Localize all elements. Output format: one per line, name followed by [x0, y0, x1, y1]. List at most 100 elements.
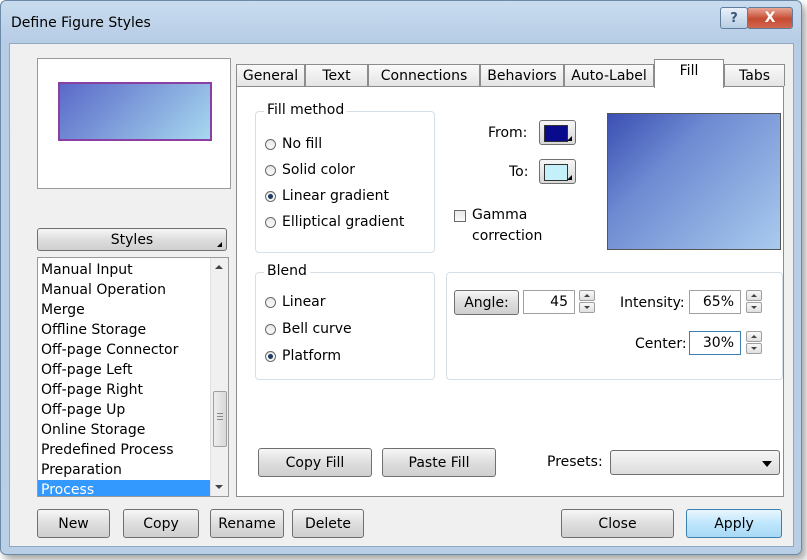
rename-button[interactable]: Rename — [210, 509, 284, 538]
presets-select[interactable] — [610, 450, 780, 475]
tab-fill[interactable]: Fill — [654, 59, 724, 88]
center-spinner[interactable] — [746, 331, 762, 355]
blend-title: Blend — [264, 263, 310, 279]
angle-button[interactable]: Angle: — [454, 290, 519, 315]
angle-input[interactable]: 45 — [523, 290, 575, 314]
fill-radio-solid-color[interactable]: Solid color — [265, 162, 355, 178]
radio-button-icon[interactable] — [265, 296, 276, 308]
apply-label: Apply — [714, 515, 754, 532]
dialog-window: Define Figure Styles ? X Styles Manual I… — [0, 0, 802, 555]
blend-radio-platform[interactable]: Platform — [265, 348, 341, 364]
title-bar: Define Figure Styles ? X — [1, 1, 801, 43]
list-item[interactable]: Process — [38, 480, 210, 496]
copy-fill-button[interactable]: Copy Fill — [258, 448, 372, 477]
radio-label: Linear gradient — [282, 188, 389, 204]
list-item[interactable]: Preparation — [38, 460, 210, 480]
list-item[interactable]: Off-page Connector — [38, 340, 210, 360]
to-label: To: — [509, 164, 529, 180]
blend-radio-bell-curve[interactable]: Bell curve — [265, 321, 352, 337]
close-label: Close — [598, 515, 637, 532]
chevron-down-icon — [762, 461, 772, 467]
scroll-up-icon[interactable] — [215, 265, 223, 269]
copy-button[interactable]: Copy — [123, 509, 199, 538]
tab-tabs[interactable]: Tabs — [724, 64, 785, 86]
paste-fill-label: Paste Fill — [408, 454, 470, 471]
list-item[interactable]: Off-page Left — [38, 360, 210, 380]
intensity-input[interactable]: 65% — [689, 290, 741, 314]
center-label: Center: — [635, 336, 687, 352]
scroll-down-icon[interactable] — [215, 485, 223, 489]
blend-radio-linear[interactable]: Linear — [265, 294, 326, 310]
radio-button-icon[interactable] — [265, 138, 276, 150]
radio-button-icon[interactable] — [265, 190, 276, 202]
help-button[interactable]: ? — [720, 7, 748, 29]
radio-button-icon[interactable] — [265, 350, 276, 362]
preview-shape — [58, 82, 212, 141]
close-window-button[interactable]: X — [747, 7, 793, 29]
delete-button[interactable]: Delete — [292, 509, 364, 538]
list-scrollbar[interactable] — [210, 258, 228, 496]
radio-button-icon[interactable] — [265, 216, 276, 228]
gradient-params-group — [446, 272, 783, 380]
fill-tab-panel: Fill method No fill Solid color Linear gra… — [236, 86, 784, 497]
copy-fill-label: Copy Fill — [285, 454, 345, 471]
dropdown-corner-icon — [567, 175, 572, 180]
angle-spinner[interactable] — [579, 290, 595, 314]
from-label: From: — [488, 125, 528, 141]
fill-method-group: Fill method — [255, 102, 435, 253]
radio-label: Elliptical gradient — [282, 214, 405, 230]
gradient-preview — [607, 113, 781, 250]
new-label: New — [58, 515, 89, 532]
intensity-label: Intensity: — [620, 295, 685, 311]
apply-button[interactable]: Apply — [686, 509, 782, 538]
radio-label: Platform — [282, 348, 342, 364]
center-input[interactable]: 30% — [689, 331, 741, 355]
paste-fill-button[interactable]: Paste Fill — [382, 448, 496, 477]
tab-auto-label[interactable]: Auto-Label — [564, 64, 654, 86]
style-list[interactable]: Manual Input Manual Operation Merge Offline… — [37, 257, 229, 497]
list-item[interactable]: Manual Operation — [38, 280, 210, 300]
list-item[interactable]: Offline Storage — [38, 320, 210, 340]
fill-radio-no-fill[interactable]: No fill — [265, 136, 322, 152]
list-item[interactable]: Off-page Up — [38, 400, 210, 420]
to-color-button[interactable] — [539, 159, 576, 184]
fill-radio-elliptical-gradient[interactable]: Elliptical gradient — [265, 214, 404, 230]
list-item[interactable]: Off-page Right — [38, 380, 210, 400]
fill-radio-linear-gradient[interactable]: Linear gradient — [265, 188, 389, 204]
gamma-label-line2: correction — [472, 228, 543, 244]
rename-label: Rename — [218, 515, 276, 532]
dialog-client: Styles Manual Input Manual Operation Merge… — [9, 43, 794, 547]
style-preview — [37, 58, 231, 189]
list-item[interactable]: Merge — [38, 300, 210, 320]
scroll-thumb[interactable] — [213, 391, 227, 447]
intensity-spinner[interactable] — [746, 290, 762, 314]
gamma-label-line1: Gamma — [472, 207, 528, 223]
presets-label: Presets: — [547, 454, 603, 470]
dropdown-corner-icon — [567, 136, 572, 141]
list-item[interactable]: Predefined Process — [38, 440, 210, 460]
list-item[interactable]: Online Storage — [38, 420, 210, 440]
new-button[interactable]: New — [37, 509, 110, 538]
tab-general[interactable]: General — [236, 64, 305, 86]
angle-button-label: Angle: — [464, 294, 509, 311]
tab-text[interactable]: Text — [305, 64, 368, 86]
styles-button-label: Styles — [110, 231, 154, 248]
from-color-button[interactable] — [539, 120, 576, 145]
tab-connections[interactable]: Connections — [368, 64, 480, 86]
fill-method-title: Fill method — [264, 102, 348, 118]
radio-label: Linear — [282, 294, 326, 310]
styles-menu-button[interactable]: Styles — [37, 228, 227, 251]
radio-button-icon[interactable] — [265, 323, 276, 335]
window-title: Define Figure Styles — [11, 15, 151, 31]
close-button[interactable]: Close — [561, 509, 674, 538]
from-color-swatch — [544, 125, 568, 142]
radio-label: Solid color — [282, 162, 356, 178]
dropdown-corner-icon — [217, 242, 222, 247]
radio-button-icon[interactable] — [265, 164, 276, 176]
delete-label: Delete — [305, 515, 351, 532]
close-icon: X — [764, 10, 776, 26]
gamma-correction-checkbox[interactable] — [454, 210, 466, 222]
tab-behaviors[interactable]: Behaviors — [480, 64, 564, 86]
radio-label: No fill — [282, 136, 323, 152]
list-item[interactable]: Manual Input — [38, 260, 210, 280]
